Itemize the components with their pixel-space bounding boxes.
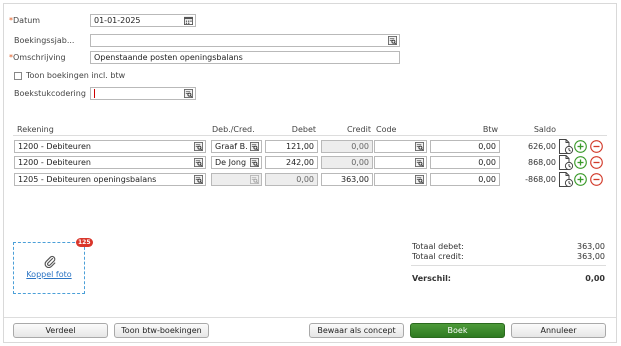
totaal-debet-value: 363,00 [577,242,605,251]
totaal-credit-value: 363,00 [577,252,605,261]
code-field[interactable] [374,140,427,153]
rekening-field[interactable]: 1200 - Debiteuren [14,140,206,153]
annuleer-button[interactable]: Annuleer [511,323,606,338]
lookup-icon[interactable] [194,175,203,184]
debet-field[interactable]: 121,00 [265,140,318,153]
col-header-code: Code [376,125,397,134]
col-header-rekening: Rekening [17,125,54,134]
lookup-icon [250,175,259,184]
code-field[interactable] [374,173,427,186]
col-header-saldo: Saldo [533,125,556,134]
boekstukcodering-label: Boekstukcodering [14,89,86,98]
document-details-icon[interactable] [558,138,574,155]
code-field[interactable] [374,156,427,169]
koppel-foto-dropzone[interactable]: Koppel foto [13,242,85,294]
col-header-btw: Btw [482,125,498,134]
debcred-field[interactable]: De Jong [211,156,262,169]
debet-field[interactable]: 0,00 [265,173,318,186]
datum-label: *Datum [9,16,41,25]
text-cursor [94,89,95,98]
verdeel-button[interactable]: Verdeel [13,323,108,338]
lookup-icon[interactable] [194,142,203,151]
boekingssjabloon-field[interactable] [90,34,400,47]
remove-row-icon[interactable] [590,156,603,169]
boekstukcodering-field[interactable] [90,87,196,100]
debcred-field[interactable]: Graaf B. [211,140,262,153]
lookup-icon[interactable] [415,142,424,151]
add-row-icon[interactable] [574,156,587,169]
datum-field[interactable]: 01-01-2025 [90,14,196,27]
document-details-icon[interactable] [558,171,574,188]
btw-field[interactable]: 0,00 [430,173,500,186]
btw-field[interactable]: 0,00 [430,156,500,169]
omschrijving-field[interactable]: Openstaande posten openingsbalans [90,51,400,64]
verschil-label: Verschil: [412,274,452,283]
saldo-value: -868,00 [525,175,556,184]
col-header-debet: Debet [291,125,316,134]
omschrijving-label: *Omschrijving [9,53,66,62]
lookup-icon[interactable] [388,36,397,45]
calendar-icon[interactable] [184,16,193,25]
credit-field[interactable]: 0,00 [321,156,373,169]
credit-field[interactable]: 363,00 [321,173,373,186]
debcred-field[interactable] [211,173,262,186]
lookup-icon[interactable] [250,158,259,167]
totaal-debet-label: Totaal debet: [412,242,464,251]
toon-btw-boekingen-button[interactable]: Toon btw-boekingen [114,323,209,338]
lookup-icon[interactable] [184,89,193,98]
rekening-field[interactable]: 1200 - Debiteuren [14,156,206,169]
toon-btw-label: Toon boekingen incl. btw [26,71,126,80]
add-row-icon[interactable] [574,173,587,186]
add-row-icon[interactable] [574,140,587,153]
notification-badge: 125 [76,238,93,247]
verschil-value: 0,00 [585,274,605,283]
table-header-divider [13,135,607,136]
credit-field[interactable]: 0,00 [321,140,373,153]
remove-row-icon[interactable] [590,140,603,153]
footer-divider [4,317,616,318]
debet-field[interactable]: 242,00 [265,156,318,169]
totaal-credit-label: Totaal credit: [412,252,464,261]
rekening-field[interactable]: 1205 - Debiteuren openingsbalans [14,173,206,186]
toon-btw-checkbox[interactable] [14,72,22,80]
paperclip-icon [44,255,56,268]
saldo-value: 626,00 [528,142,556,151]
lookup-icon[interactable] [415,158,424,167]
document-details-icon[interactable] [558,154,574,171]
koppel-foto-link[interactable]: Koppel foto [14,270,84,279]
lookup-icon[interactable] [194,158,203,167]
remove-row-icon[interactable] [590,173,603,186]
lookup-icon[interactable] [250,142,259,151]
lookup-icon[interactable] [415,175,424,184]
bewaar-als-concept-button[interactable]: Bewaar als concept [309,323,404,338]
totals-divider [411,265,606,266]
saldo-value: 868,00 [528,158,556,167]
col-header-credit: Credit [346,125,371,134]
boekingssjabloon-label: Boekingssjab... [14,36,75,45]
boek-button[interactable]: Boek [410,323,505,338]
btw-field[interactable]: 0,00 [430,140,500,153]
col-header-debcred: Deb./Cred. [212,125,255,134]
